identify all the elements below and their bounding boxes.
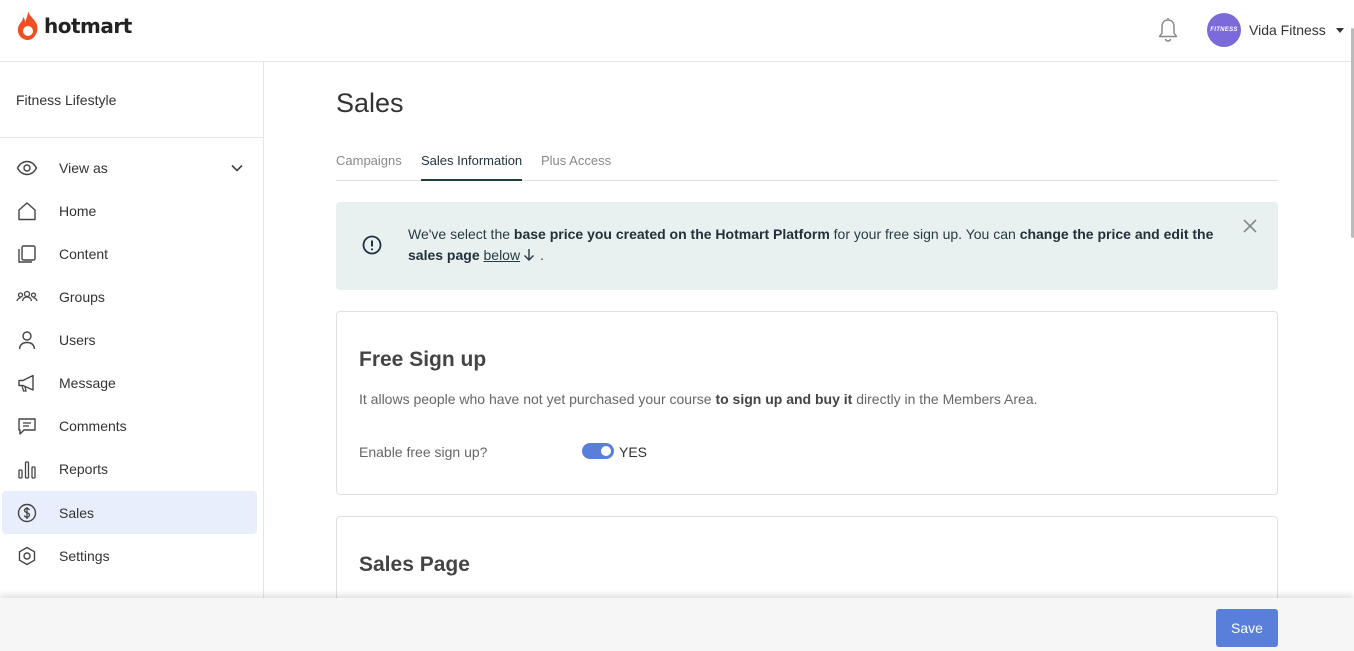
sidebar-item-label: Settings	[59, 547, 110, 564]
free-signup-title: Free Sign up	[359, 348, 487, 371]
sidebar-item-settings[interactable]: Settings	[2, 534, 257, 577]
top-bar: hotmart FITNESS Vida Fitness	[0, 0, 1354, 62]
sidebar-item-label: Content	[59, 245, 109, 262]
alert-bold-text: base price you created on the Hotmart Pl…	[513, 226, 830, 242]
enable-free-signup-label: Enable free sign up?	[359, 444, 488, 460]
page-title: Sales	[336, 88, 404, 118]
close-icon[interactable]	[1243, 219, 1257, 233]
sidebar-item-users[interactable]: Users	[2, 318, 257, 361]
sidebar-item-content[interactable]: Content	[2, 232, 257, 275]
profile-name: Vida Fitness	[1249, 22, 1326, 38]
description-text: directly in the Members Area.	[852, 391, 1038, 407]
alert-text-part: We've select the	[408, 226, 514, 242]
tab-sales-information[interactable]: Sales Information	[421, 153, 523, 181]
info-alert: We've select the base price you created …	[336, 202, 1278, 290]
tab-bar: Campaigns Sales Information Plus Access	[336, 150, 1278, 181]
sidebar-item-message[interactable]: Message	[2, 361, 257, 404]
home-icon	[18, 202, 36, 221]
save-button[interactable]: Save	[1216, 609, 1278, 647]
sidebar-item-view-as[interactable]: View as	[2, 146, 257, 189]
user-icon	[18, 331, 36, 350]
sales-page-title: Sales Page	[359, 553, 470, 576]
content-icon	[18, 245, 36, 263]
sidebar-item-sales[interactable]: Sales	[2, 491, 257, 534]
notification-bell-icon[interactable]	[1156, 17, 1180, 43]
description-text: It allows people who have not yet purcha…	[359, 391, 716, 407]
sidebar-item-home[interactable]: Home	[2, 189, 257, 232]
sidebar-item-label: Home	[59, 202, 97, 219]
tab-plus-access[interactable]: Plus Access	[541, 153, 611, 181]
sidebar-item-comments[interactable]: Comments	[2, 404, 257, 447]
enable-free-signup-toggle[interactable]	[582, 443, 614, 459]
chevron-down-icon	[231, 164, 243, 172]
sidebar-item-label: Groups	[59, 288, 105, 305]
alert-exclamation-icon	[362, 235, 382, 255]
alert-message: We've select the base price you created …	[408, 224, 1218, 266]
profile-menu[interactable]: FITNESS Vida Fitness	[1207, 13, 1344, 47]
dollar-icon	[17, 503, 37, 523]
toggle-knob	[601, 446, 611, 456]
sidebar: Fitness Lifestyle View as Home Content G…	[0, 62, 264, 651]
sidebar-item-label: Sales	[59, 504, 95, 521]
groups-icon	[16, 290, 38, 302]
logo-text: hotmart	[44, 14, 132, 38]
footer-bar: Save	[0, 598, 1354, 651]
sidebar-title: Fitness Lifestyle	[16, 92, 117, 108]
megaphone-icon	[18, 374, 34, 392]
sidebar-item-label: Users	[59, 331, 96, 348]
caret-down-icon	[1335, 27, 1344, 33]
comment-icon	[18, 418, 36, 435]
sidebar-divider	[0, 137, 263, 138]
flame-icon	[17, 11, 38, 40]
sidebar-item-label: Reports	[59, 460, 109, 477]
tab-campaigns[interactable]: Campaigns	[336, 153, 402, 181]
sidebar-item-label: Comments	[59, 417, 127, 434]
hotmart-logo[interactable]: hotmart	[16, 10, 132, 42]
below-link[interactable]: below	[484, 247, 521, 263]
avatar: FITNESS	[1207, 13, 1241, 47]
sidebar-item-groups[interactable]: Groups	[2, 275, 257, 318]
toggle-value: YES	[619, 444, 648, 460]
sidebar-item-label: Message	[59, 374, 116, 391]
settings-icon	[18, 546, 36, 566]
free-signup-description: It allows people who have not yet purcha…	[359, 391, 1038, 407]
bar-chart-icon	[18, 461, 36, 479]
avatar-label: FITNESS	[1210, 27, 1238, 33]
sidebar-item-label: View as	[59, 159, 108, 176]
free-signup-card: Free Sign up It allows people who have n…	[336, 311, 1278, 495]
sidebar-item-reports[interactable]: Reports	[2, 447, 257, 490]
alert-text-part: .	[536, 247, 544, 263]
alert-text-part: for your free sign up. You can	[829, 226, 1020, 242]
arrow-down-icon	[524, 249, 535, 261]
description-bold-text: to sign up and buy it	[715, 391, 853, 407]
eye-icon	[16, 160, 38, 176]
